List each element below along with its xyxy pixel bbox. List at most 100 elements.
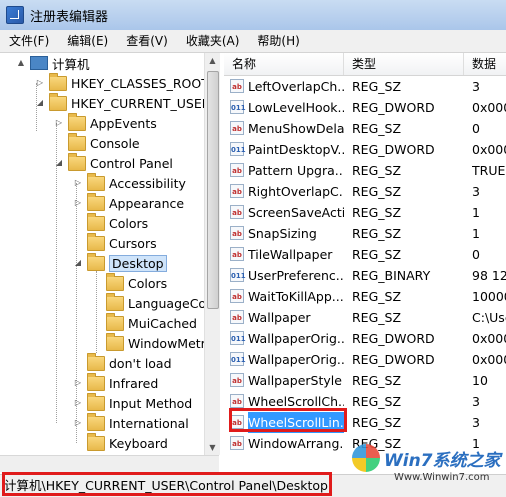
expand-toggle-icon[interactable]: ▲ xyxy=(16,58,26,68)
value-type: REG_SZ xyxy=(352,184,402,199)
value-row[interactable]: ab WheelScrollLin... REG_SZ 3 xyxy=(224,412,506,433)
values-list[interactable]: 名称 类型 数据 ab LeftOverlapCh... REG_SZ 3 011 Low… xyxy=(224,53,506,471)
menu-bar: 文件(F) 编辑(E) 查看(V) 收藏夹(A) 帮助(H) xyxy=(0,30,506,53)
value-name: TileWallpaper xyxy=(248,247,333,262)
value-row[interactable]: 011PaintDesktopV... REG_DWORD 0x000 xyxy=(224,139,506,160)
tree-node[interactable]: Cursors xyxy=(0,233,219,253)
value-row[interactable]: ab RightOverlapC... REG_SZ 3 xyxy=(224,181,506,202)
expand-toggle-icon[interactable]: ◢ xyxy=(54,158,64,168)
folder-icon xyxy=(87,173,105,191)
value-row[interactable]: ab SnapSizing REG_SZ 1 xyxy=(224,223,506,244)
menu-view[interactable]: 查看(V) xyxy=(117,30,177,52)
value-row[interactable]: 011WallpaperOrig... REG_DWORD 0x000 xyxy=(224,349,506,370)
menu-help[interactable]: 帮助(H) xyxy=(248,30,308,52)
scroll-up-arrow-icon[interactable]: ▲ xyxy=(205,53,220,68)
tree-node[interactable]: ▷ Appearance xyxy=(0,193,219,213)
value-data: 1 xyxy=(472,205,480,220)
tree-node[interactable]: ◢ Control Panel xyxy=(0,153,219,173)
tree-node[interactable]: Keyboard xyxy=(0,433,219,453)
tree-node[interactable]: don't load xyxy=(0,353,219,373)
value-name: WaitToKillApp... xyxy=(248,289,344,304)
folder-icon xyxy=(87,413,105,431)
tree-node[interactable]: LanguageCor xyxy=(0,293,219,313)
value-type: REG_SZ xyxy=(352,121,402,136)
value-row[interactable]: ab WheelScrollCh... REG_SZ 3 xyxy=(224,391,506,412)
tree-node-label: Accessibility xyxy=(109,175,186,191)
tree-node[interactable]: ▷ HKEY_CLASSES_ROOT xyxy=(0,73,219,93)
tree-node-label: MuiCached xyxy=(128,315,197,331)
value-type: REG_SZ xyxy=(352,310,402,325)
tree-node[interactable]: Colors xyxy=(0,273,219,293)
tree-node[interactable]: ▷ International xyxy=(0,413,219,433)
tree-node[interactable]: Console xyxy=(0,133,219,153)
value-type: REG_SZ xyxy=(352,373,402,388)
tree-scroll-thumb[interactable] xyxy=(207,71,219,309)
computer-icon xyxy=(30,56,48,70)
expand-toggle-icon[interactable]: ▷ xyxy=(35,78,45,88)
value-data: TRUE xyxy=(472,163,506,178)
value-name: WheelScrollCh... xyxy=(248,394,344,409)
value-row[interactable]: 011WallpaperOrig... REG_DWORD 0x000 xyxy=(224,328,506,349)
menu-file[interactable]: 文件(F) xyxy=(0,30,58,52)
tree-node[interactable]: WindowMetr xyxy=(0,333,219,353)
registry-tree[interactable]: ▲ 计算机 ▷ HKEY_CLASSES_ROOT ◢ HKEY_CURRENT_USER… xyxy=(0,53,220,455)
value-row[interactable]: ab WaitToKillApp... REG_SZ 10000 xyxy=(224,286,506,307)
value-type: REG_SZ xyxy=(352,205,402,220)
expand-toggle-icon[interactable]: ▷ xyxy=(54,118,64,128)
tree-node-label: 计算机 xyxy=(52,56,90,72)
tree-node[interactable]: ▷ Accessibility xyxy=(0,173,219,193)
tree-node[interactable]: ◢ HKEY_CURRENT_USER xyxy=(0,93,219,113)
expand-toggle-icon[interactable]: ▷ xyxy=(73,398,83,408)
expand-toggle-icon[interactable]: ▷ xyxy=(73,198,83,208)
tree-node[interactable]: ▷ Infrared xyxy=(0,373,219,393)
column-header-data[interactable]: 数据 xyxy=(464,53,506,75)
value-name: WallpaperOrig... xyxy=(248,331,344,346)
column-header-name[interactable]: 名称 xyxy=(224,53,344,75)
menu-edit[interactable]: 编辑(E) xyxy=(58,30,117,52)
value-row[interactable]: ab Wallpaper REG_SZ C:\Use xyxy=(224,307,506,328)
value-row[interactable]: ab TileWallpaper REG_SZ 0 xyxy=(224,244,506,265)
value-type: REG_SZ xyxy=(352,289,402,304)
tree-node-label: Colors xyxy=(128,275,168,291)
value-row[interactable]: ab MenuShowDelay REG_SZ 0 xyxy=(224,118,506,139)
tree-horizontal-scrollbar[interactable] xyxy=(0,455,219,472)
string-value-icon: ab xyxy=(230,289,244,303)
value-row[interactable]: ab WindowArrang... REG_SZ 1 xyxy=(224,433,506,454)
value-data: 3 xyxy=(472,394,480,409)
expand-toggle-icon[interactable]: ▷ xyxy=(73,178,83,188)
tree-node[interactable]: ▷ AppEvents xyxy=(0,113,219,133)
scroll-down-arrow-icon[interactable]: ▼ xyxy=(205,440,220,455)
value-row[interactable]: 011LowLevelHook... REG_DWORD 0x000 xyxy=(224,97,506,118)
tree-node-label: International xyxy=(109,415,189,431)
status-path: 计算机\HKEY_CURRENT_USER\Control Panel\Desk… xyxy=(4,478,328,493)
value-type: REG_SZ xyxy=(352,247,402,262)
tree-node-label: Appearance xyxy=(109,195,185,211)
tree-node[interactable]: MuiCached xyxy=(0,313,219,333)
tree-node[interactable]: ▲ 计算机 xyxy=(0,53,219,73)
value-row[interactable]: ab Pattern Upgra... REG_SZ TRUE xyxy=(224,160,506,181)
value-row[interactable]: ab ScreenSaveActi... REG_SZ 1 xyxy=(224,202,506,223)
menu-favorites[interactable]: 收藏夹(A) xyxy=(177,30,249,52)
value-data: C:\Use xyxy=(472,310,506,325)
value-row[interactable]: 011 UserPreferenc... REG_BINARY 98 12 xyxy=(224,265,506,286)
string-value-icon: ab xyxy=(230,310,244,324)
value-row[interactable]: ab WallpaperStyle REG_SZ 10 xyxy=(224,370,506,391)
expand-toggle-icon[interactable]: ▷ xyxy=(73,378,83,388)
column-header-type[interactable]: 类型 xyxy=(344,53,464,75)
expand-toggle-icon[interactable]: ▷ xyxy=(73,418,83,428)
expand-toggle-icon[interactable]: ◢ xyxy=(73,258,83,268)
expand-toggle-icon[interactable]: ◢ xyxy=(35,98,45,108)
tree-node[interactable]: Colors xyxy=(0,213,219,233)
tree-node-label: Cursors xyxy=(109,235,157,251)
tree-node[interactable]: ▷ Input Method xyxy=(0,393,219,413)
tree-node-label: HKEY_CLASSES_ROOT xyxy=(71,75,209,91)
value-data: 10000 xyxy=(472,289,506,304)
tree-vertical-scrollbar[interactable]: ▲ ▼ xyxy=(204,53,220,455)
tree-node[interactable]: ◢ Desktop xyxy=(0,253,219,273)
folder-icon xyxy=(87,373,105,391)
value-row[interactable]: ab LeftOverlapCh... REG_SZ 3 xyxy=(224,76,506,97)
